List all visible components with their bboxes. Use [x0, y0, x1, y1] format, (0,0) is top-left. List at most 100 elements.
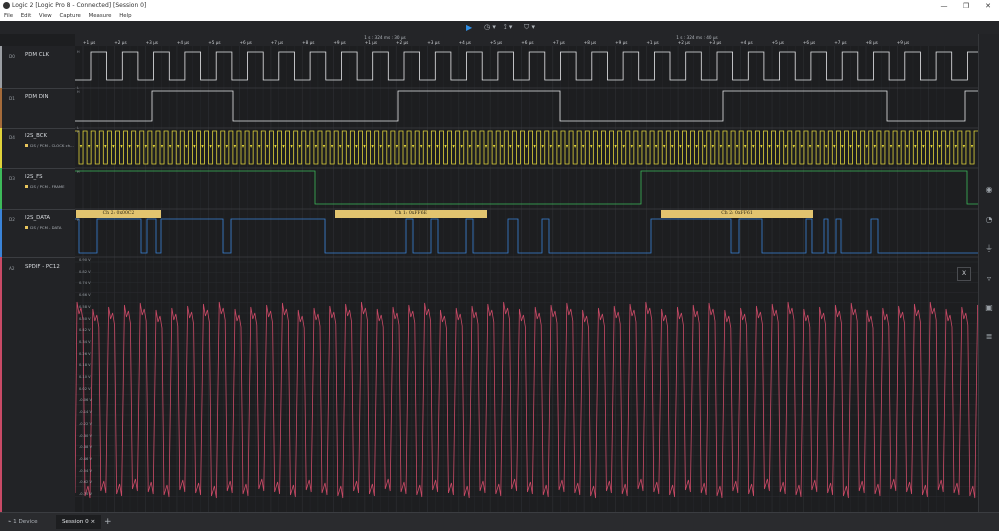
clock-edge-marker [136, 145, 139, 148]
menu-edit[interactable]: Edit [21, 13, 31, 19]
timing-icon[interactable]: ◔ [984, 215, 994, 225]
voltage-tick-label: 0.50 V [79, 316, 91, 321]
clock-edge-marker [663, 145, 666, 148]
sample-icon[interactable]: ⟟ ▾ [504, 23, 512, 32]
clock-edge-marker [784, 145, 787, 148]
clock-edge-marker [420, 145, 423, 148]
window-title: Logic 2 [Logic Pro 8 - Connected] [Sessi… [12, 2, 147, 9]
clock-edge-marker [727, 145, 731, 148]
voltage-tick-label: 0.34 V [79, 339, 91, 344]
channel-color [0, 168, 2, 209]
clock-edge-marker [687, 145, 690, 148]
channel-row-i2s-bck[interactable]: D4 I2S_BCK I2S / PCM - CLOCK ch... [0, 128, 75, 169]
minimize-button[interactable]: — [933, 0, 955, 12]
ruler-tick-label: +7 μs [270, 40, 284, 45]
clock-edge-marker [614, 145, 617, 148]
ruler-tick-label: +4 μs [458, 40, 471, 45]
session-tab[interactable]: Session 0 × [56, 515, 102, 529]
eye-icon[interactable]: ◉ [984, 185, 994, 195]
voltage-tick-label: 0.66 V [79, 293, 91, 298]
clock-edge-marker [411, 145, 415, 148]
clock-edge-marker [282, 145, 285, 148]
clock-edge-marker [719, 145, 723, 148]
ruler-tick-label: +8 μs [302, 40, 315, 45]
ruler-tick-label: +5 μs [489, 40, 503, 45]
clock-edge-marker [484, 145, 488, 148]
clock-edge-marker [152, 145, 156, 148]
level-marker: H [77, 130, 80, 134]
clock-edge-marker [525, 145, 528, 148]
voltage-tick-label: -0.46 V [79, 456, 92, 461]
clock-edge-marker [87, 145, 91, 148]
clock-edge-marker [492, 145, 496, 148]
clock-edge-marker [606, 145, 609, 148]
timer-icon[interactable]: ◷ ▾ [484, 23, 496, 32]
clock-edge-marker [881, 145, 885, 148]
ruler-tick-label: +7 μs [834, 40, 847, 45]
clock-edge-marker [703, 145, 706, 148]
menu-measure[interactable]: Measure [89, 13, 112, 19]
channel-row-i2s-data[interactable]: D2 I2S_DATA I2S / PCM - DATA [0, 209, 75, 258]
channel-name: I2S_BCK [25, 133, 48, 139]
waveform-area[interactable]: HLHLHHH [75, 46, 978, 512]
ruler-tick-label: +2 μs [396, 40, 409, 45]
decoder-label[interactable]: Ch 2: 0xFF61 [661, 210, 813, 218]
menu-capture[interactable]: Capture [59, 13, 80, 19]
decoder-label[interactable]: Ch 1: 0xFF6E [335, 210, 487, 218]
menu-view[interactable]: View [39, 13, 52, 19]
clock-edge-marker [792, 145, 795, 148]
channel-sidebar: D0 PDM CLK D1 PDM DIN D4 I2S_BCK I2S / P… [0, 46, 76, 512]
clock-edge-marker [517, 145, 520, 148]
notes-icon[interactable]: ≣ [984, 332, 994, 342]
clock-edge-marker [185, 145, 188, 148]
maximize-button[interactable]: ❐ [955, 0, 977, 12]
ruler-tick-label: +1 μs [646, 40, 659, 45]
clock-edge-marker [79, 145, 83, 148]
clock-edge-marker [241, 145, 245, 148]
clock-edge-marker [849, 145, 852, 148]
level-markers: HLHLHHH [77, 50, 80, 222]
channel-name: I2S_FS [25, 174, 43, 180]
ruler-tick-label: +2 μs [114, 40, 127, 45]
ruler-tick-label: +7 μs [552, 40, 565, 45]
analyzer-label: I2S / PCM - CLOCK ch... [30, 143, 74, 148]
clock-edge-marker [970, 145, 974, 148]
add-tab-button[interactable]: + [98, 515, 118, 529]
channel-row-pdm-din[interactable]: D1 PDM DIN [0, 88, 75, 129]
decoder-label[interactable]: Ch 2: 0x00C2 [76, 210, 161, 218]
close-button[interactable]: ✕ [977, 0, 999, 12]
voltage-tick-label: -0.70 V [79, 492, 92, 496]
clock-edge-marker [209, 145, 212, 148]
clock-edge-marker [444, 145, 447, 148]
analog-close-button[interactable]: X [957, 267, 971, 281]
extensions-icon[interactable]: ▣ [984, 303, 994, 313]
clock-edge-marker [387, 145, 390, 148]
clock-edge-marker [476, 145, 480, 148]
ruler-tick-label: +6 μs [521, 40, 534, 45]
ruler-tick-label: +2 μs [677, 40, 691, 45]
clock-edge-marker [460, 145, 463, 148]
clock-edge-marker [509, 145, 512, 148]
measure-icon[interactable]: ▿ [984, 274, 994, 284]
channel-row-pdm-clk[interactable]: D0 PDM CLK [0, 46, 75, 89]
close-tab-icon[interactable]: × [90, 519, 95, 525]
ruler-tick-label: +3 μs [145, 40, 158, 45]
analyzer-chip[interactable]: I2S / PCM - CLOCK ch... [25, 143, 74, 148]
channel-row-spdif[interactable]: A2 SPDIF - PC12 [0, 257, 75, 512]
play-icon[interactable]: ▶ [466, 23, 472, 32]
menu-help[interactable]: Help [119, 13, 131, 19]
analyzer-chip[interactable]: I2S / PCM - DATA [25, 225, 61, 230]
marker-icon[interactable]: ⛉ ▾ [524, 23, 535, 32]
channel-row-i2s-fs[interactable]: D3 I2S_FS I2S / PCM - FRAME [0, 168, 75, 210]
analyzer-chip[interactable]: I2S / PCM - FRAME [25, 184, 65, 189]
clock-edge-marker [679, 145, 682, 148]
analyzer-icon[interactable]: ⏚ [984, 244, 994, 254]
clock-edge-marker [177, 145, 180, 148]
level-marker: H [77, 90, 80, 94]
clock-edge-marker [735, 145, 739, 148]
clock-edge-marker [906, 145, 909, 148]
menu-file[interactable]: File [4, 13, 13, 19]
device-tab[interactable]: ⌁ 1 Device [2, 515, 44, 529]
clock-edge-marker [695, 145, 698, 148]
level-marker: H [77, 170, 80, 174]
